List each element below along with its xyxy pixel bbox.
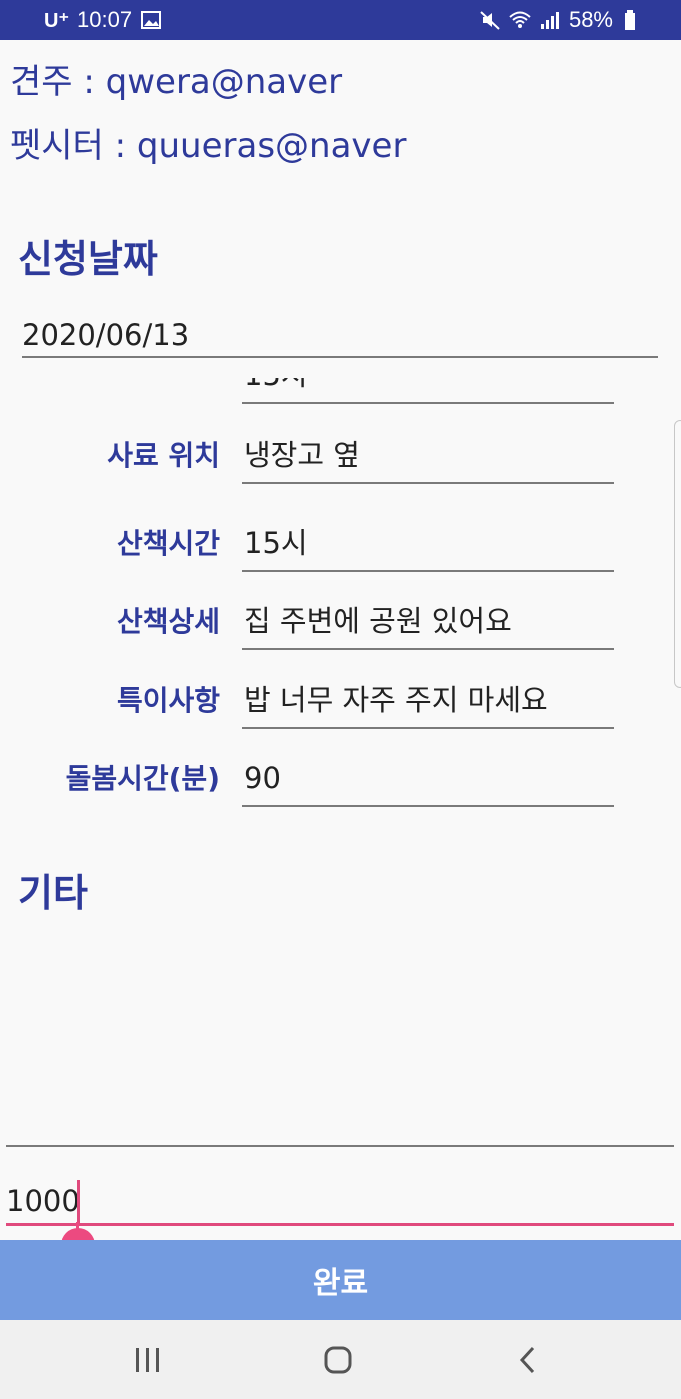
- walk-detail-field[interactable]: 집 주변에 공원 있어요: [242, 592, 614, 650]
- walk-time-field[interactable]: 15시: [242, 514, 614, 572]
- sitter-email: 펫시터 : quueras@naver: [10, 126, 407, 166]
- mute-icon: [479, 9, 501, 31]
- signal-icon: [539, 9, 561, 31]
- owner-email: 견주 : qwera@naver: [10, 62, 343, 102]
- details-scroll-area[interactable]: 15시 사료 위치 냉장고 옆 산책시간 15시 산책상세 집 주변에 공원 있…: [0, 378, 681, 818]
- detail-row-walk-time: 산책시간 15시: [0, 514, 681, 574]
- etc-section-title: 기타: [18, 871, 88, 915]
- image-icon: [140, 9, 162, 31]
- date-field[interactable]: 2020/06/13: [22, 312, 658, 358]
- detail-row-partial: 15시: [0, 378, 681, 406]
- food-location-field[interactable]: 냉장고 옆: [242, 426, 614, 484]
- detail-label: 특이사항: [116, 684, 220, 717]
- recent-apps-icon[interactable]: [118, 1340, 178, 1380]
- detail-field[interactable]: 15시: [242, 378, 614, 404]
- battery-percent: 58%: [568, 7, 613, 32]
- carrier-label: U⁺: [44, 9, 69, 32]
- wifi-icon: [509, 9, 531, 31]
- navigation-bar: [0, 1320, 681, 1399]
- detail-label: 산책시간: [116, 527, 220, 560]
- submit-button[interactable]: 완료: [0, 1240, 681, 1320]
- detail-label: 산책상세: [116, 605, 220, 638]
- detail-label: 사료 위치: [107, 439, 220, 472]
- care-minutes-field[interactable]: 90: [242, 749, 614, 807]
- scroll-indicator[interactable]: [674, 420, 681, 688]
- detail-row-walk-detail: 산책상세 집 주변에 공원 있어요: [0, 592, 681, 652]
- detail-row-food-location: 사료 위치 냉장고 옆: [0, 426, 681, 486]
- battery-icon: [621, 9, 643, 31]
- status-bar: U⁺ 10:07 58%: [0, 0, 681, 40]
- back-icon[interactable]: [498, 1340, 558, 1380]
- etc-input[interactable]: 1000: [6, 1176, 674, 1226]
- detail-label: 돌봄시간(분): [65, 762, 220, 795]
- detail-row-notes: 특이사항 밥 너무 자주 주지 마세요: [0, 671, 681, 731]
- status-time: 10:07: [77, 7, 133, 32]
- date-section-title: 신청날짜: [18, 237, 158, 281]
- etc-divider: [6, 1145, 674, 1147]
- detail-row-care-minutes: 돌봄시간(분) 90: [0, 749, 681, 809]
- text-caret: [77, 1180, 80, 1224]
- home-icon[interactable]: [308, 1340, 368, 1380]
- etc-input-value: 1000: [6, 1184, 80, 1218]
- notes-field[interactable]: 밥 너무 자주 주지 마세요: [242, 671, 614, 729]
